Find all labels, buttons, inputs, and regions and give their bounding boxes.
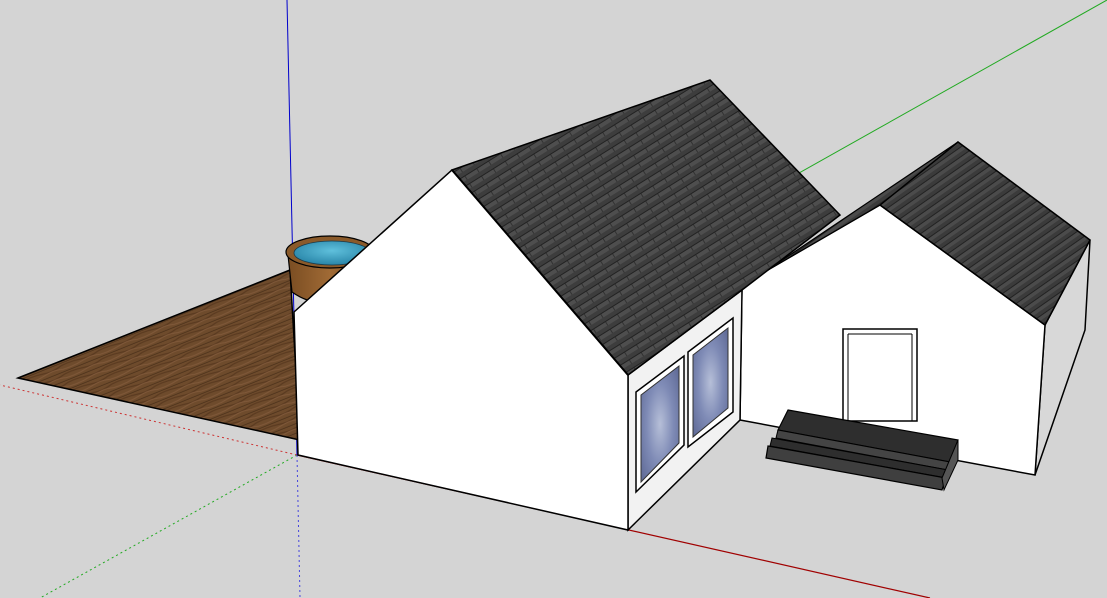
scene-canvas[interactable] (0, 0, 1107, 598)
back-door[interactable] (842, 328, 918, 422)
modeling-viewport[interactable] (0, 0, 1107, 598)
green-axis-negative (39, 454, 298, 598)
blue-axis-negative (296, 454, 301, 598)
wooden-deck[interactable] (15, 268, 301, 441)
